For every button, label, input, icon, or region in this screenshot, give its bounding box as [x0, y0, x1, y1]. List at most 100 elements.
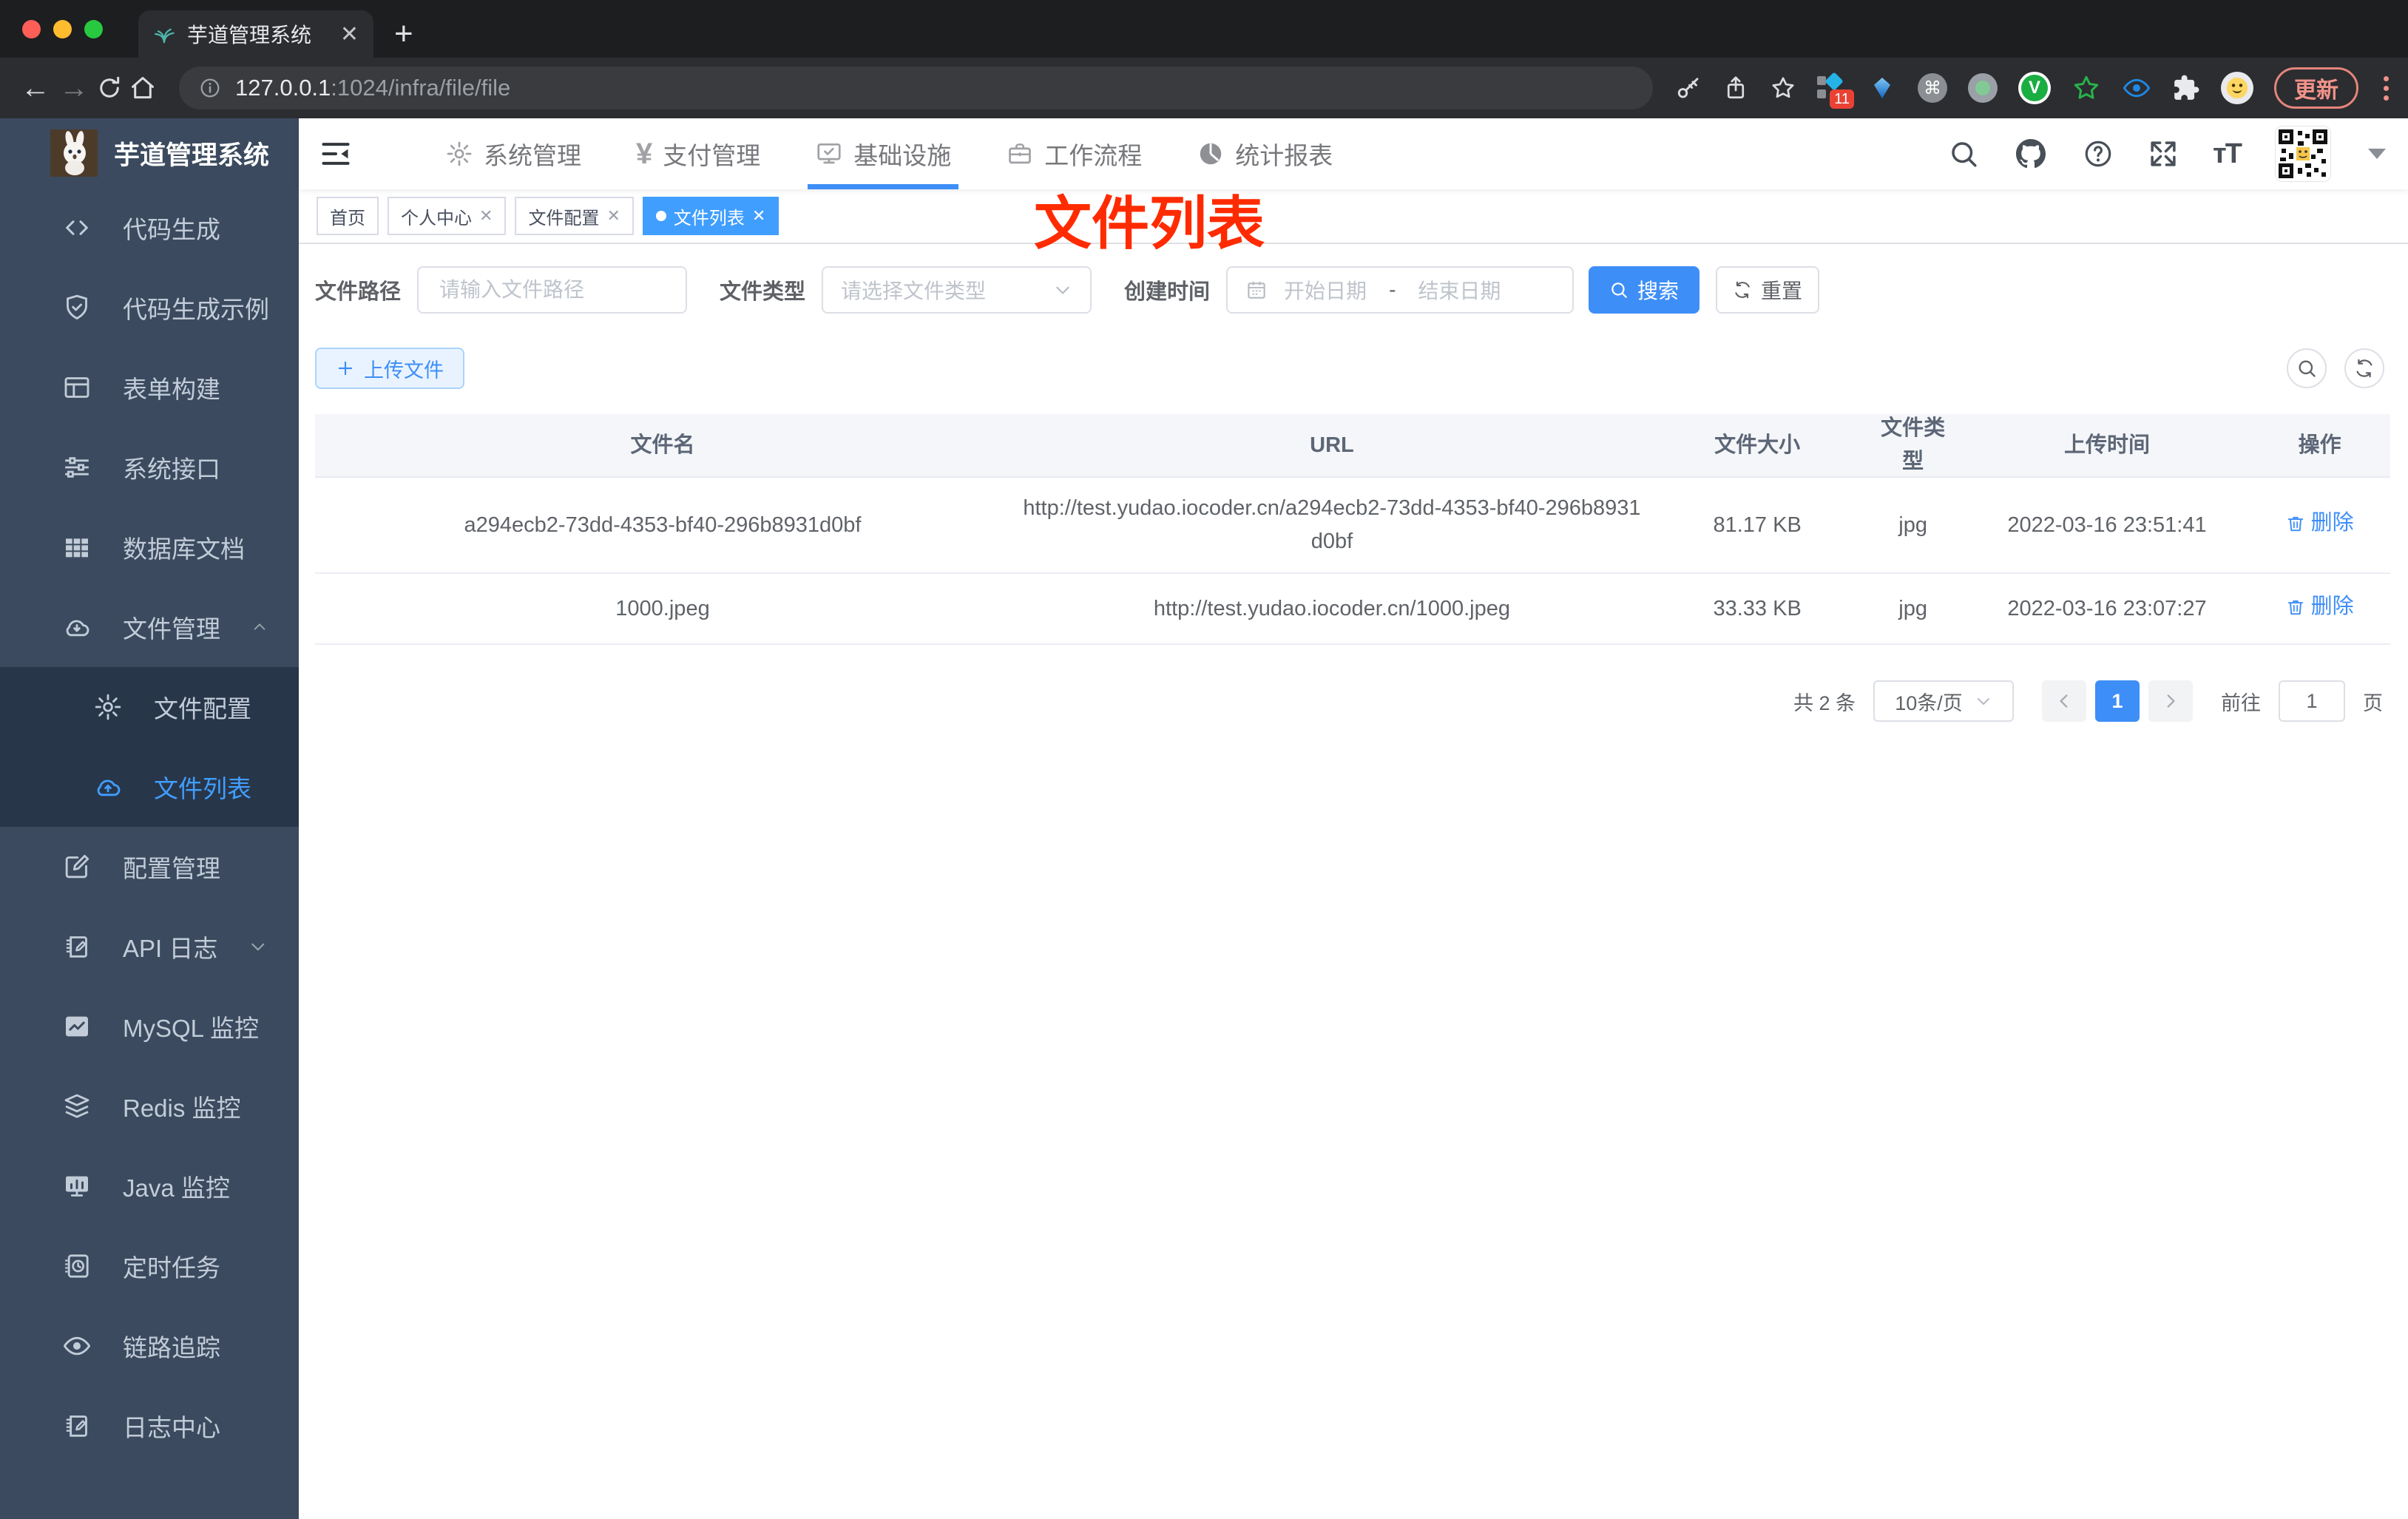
avatar-caret-icon[interactable] [2368, 149, 2386, 159]
create-time-label: 创建时间 [1124, 280, 1211, 304]
browser-menu-icon[interactable] [2384, 75, 2389, 101]
file-type-select[interactable]: 请选择文件类型 [822, 266, 1092, 314]
sidebar-item-code-gen[interactable]: 代码生成 [0, 188, 299, 268]
tag-home[interactable]: 首页 [317, 197, 379, 235]
sidebar-item-file-config[interactable]: 文件配置 [0, 667, 299, 747]
gear-icon [93, 692, 123, 722]
page-size-value: 10条/页 [1895, 691, 1963, 714]
reload-button[interactable] [96, 75, 123, 101]
new-tab-button[interactable]: + [394, 18, 413, 50]
cell-size: 33.33 KB [1713, 596, 1802, 620]
sidebar-item-form-builder[interactable]: 表单构建 [0, 348, 299, 427]
search-button[interactable]: 搜索 [1589, 266, 1700, 314]
zoom-window-button[interactable] [84, 20, 103, 38]
sidebar-item-mysql-monitor[interactable]: MySQL 监控 [0, 987, 299, 1066]
cell-time: 2022-03-16 23:07:27 [2007, 596, 2207, 620]
extension-gray-dot-icon[interactable] [1968, 73, 1998, 103]
sidebar-item-file-list[interactable]: 文件列表 [0, 747, 299, 827]
topnav-item-infrastructure[interactable]: 基础设施 [808, 118, 959, 189]
close-window-button[interactable] [22, 20, 41, 38]
page-size-select[interactable]: 10条/页 [1873, 680, 2014, 722]
extension-balloon-icon[interactable] [1867, 73, 1897, 103]
extension-tabs-icon[interactable]: 11 [1817, 72, 1854, 109]
user-avatar-qr[interactable] [2275, 126, 2331, 182]
sidebar-item-system-api[interactable]: 系统接口 [0, 427, 299, 507]
cell-filename: 1000.jpeg [615, 596, 710, 620]
col-header-actions: 操作 [2298, 433, 2341, 457]
prev-page-button[interactable] [2042, 680, 2086, 722]
minimize-window-button[interactable] [53, 20, 72, 38]
back-button[interactable]: ← [19, 72, 52, 104]
topnav-item-system[interactable]: 系统管理 [445, 118, 581, 189]
site-info-icon[interactable] [198, 76, 222, 100]
sidebar-logo-row[interactable]: 芋道管理系统 [0, 118, 299, 188]
delete-button[interactable]: 删除 [2286, 507, 2354, 540]
extension-star-icon[interactable] [2072, 73, 2101, 103]
sidebar: 芋道管理系统 代码生成 代码生成示例 表单构建 系统接口 数据库文档 文件管理 [0, 118, 299, 1519]
fullscreen-icon[interactable] [2148, 138, 2179, 169]
sidebar-item-label: API 日志 [123, 935, 218, 962]
tags-view-bar: 首页 个人中心 ✕ 文件配置 ✕ 文件列表 ✕ [299, 189, 2408, 244]
table-row[interactable]: 1000.jpeg http://test.yudao.iocoder.cn/1… [315, 574, 2390, 645]
address-bar[interactable]: 127.0.0.1:1024/infra/file/file [179, 67, 1653, 109]
sidebar-item-redis-monitor[interactable]: Redis 监控 [0, 1066, 299, 1146]
font-size-icon[interactable]: тT [2213, 138, 2242, 170]
forward-button[interactable]: → [58, 72, 90, 104]
topnav-item-payment[interactable]: ¥ 支付管理 [636, 118, 760, 189]
date-range-picker[interactable]: 开始日期 - 结束日期 [1226, 266, 1575, 314]
file-path-input[interactable] [439, 278, 666, 302]
tab-title: 芋道管理系统 [187, 24, 312, 47]
table-row[interactable]: a294ecb2-73dd-4353-bf40-296b8931d0bf htt… [315, 478, 2390, 574]
sidebar-item-config-management[interactable]: 配置管理 [0, 827, 299, 907]
sidebar-item-db-doc[interactable]: 数据库文档 [0, 507, 299, 587]
tab-close-icon[interactable]: ✕ [340, 21, 359, 47]
refresh-table-button[interactable] [2344, 348, 2384, 388]
github-icon[interactable] [2013, 136, 2049, 172]
sidebar-item-label: 数据库文档 [123, 535, 245, 563]
sidebar-item-scheduled-tasks[interactable]: 定时任务 [0, 1226, 299, 1306]
briefcase-icon [1006, 140, 1034, 168]
goto-page-input[interactable] [2279, 680, 2345, 722]
next-page-button[interactable] [2148, 680, 2193, 722]
tag-close-icon[interactable]: ✕ [606, 206, 620, 226]
extension-v-icon[interactable]: V [2018, 72, 2051, 104]
browser-tab[interactable]: 芋道管理系统 ✕ [138, 10, 373, 58]
toggle-search-button[interactable] [2287, 348, 2327, 388]
extension-command-icon[interactable]: ⌘ [1918, 73, 1947, 103]
sidebar-item-code-gen-demo[interactable]: 代码生成示例 [0, 268, 299, 348]
extension-eye-icon[interactable] [2122, 73, 2151, 103]
extensions-puzzle-icon[interactable] [2172, 74, 2200, 102]
bookmark-star-icon[interactable] [1770, 75, 1796, 101]
tag-file-config[interactable]: 文件配置 ✕ [515, 197, 634, 235]
home-button[interactable] [129, 74, 157, 102]
col-header-size: 文件大小 [1714, 433, 1801, 457]
chrome-update-button[interactable]: 更新 [2274, 67, 2358, 109]
sidebar-item-java-monitor[interactable]: Java 监控 [0, 1146, 299, 1226]
layers-icon [62, 1092, 92, 1121]
tag-file-list[interactable]: 文件列表 ✕ [642, 197, 779, 235]
sidebar-item-tracing[interactable]: 链路追踪 [0, 1306, 299, 1386]
sidebar-item-api-log[interactable]: API 日志 [0, 907, 299, 987]
password-key-icon[interactable] [1675, 75, 1702, 101]
tag-close-icon[interactable]: ✕ [479, 206, 493, 226]
tag-profile[interactable]: 个人中心 ✕ [388, 197, 507, 235]
collapse-sidebar-icon[interactable] [319, 138, 352, 170]
page-number-current[interactable]: 1 [2095, 680, 2140, 722]
search-icon[interactable] [1948, 138, 1979, 169]
table-grid-icon [62, 532, 92, 562]
sidebar-item-file-management[interactable]: 文件管理 [0, 587, 299, 667]
delete-button[interactable]: 删除 [2286, 590, 2354, 623]
help-icon[interactable] [2083, 138, 2114, 169]
topnav-label: 工作流程 [1044, 142, 1143, 169]
extension-emoji-icon[interactable] [2221, 72, 2253, 104]
tag-close-icon[interactable]: ✕ [752, 206, 765, 226]
upload-file-button[interactable]: 上传文件 [315, 348, 464, 389]
share-icon[interactable] [1722, 75, 1749, 101]
sidebar-item-label: 系统接口 [123, 456, 220, 483]
sidebar-item-log-center[interactable]: 日志中心 [0, 1386, 299, 1466]
url-host: 127.0.0.1 [235, 75, 331, 101]
eye-icon [62, 1331, 92, 1361]
window-controls [22, 20, 103, 38]
reset-button[interactable]: 重置 [1716, 266, 1820, 314]
col-header-time: 上传时间 [2063, 433, 2150, 457]
